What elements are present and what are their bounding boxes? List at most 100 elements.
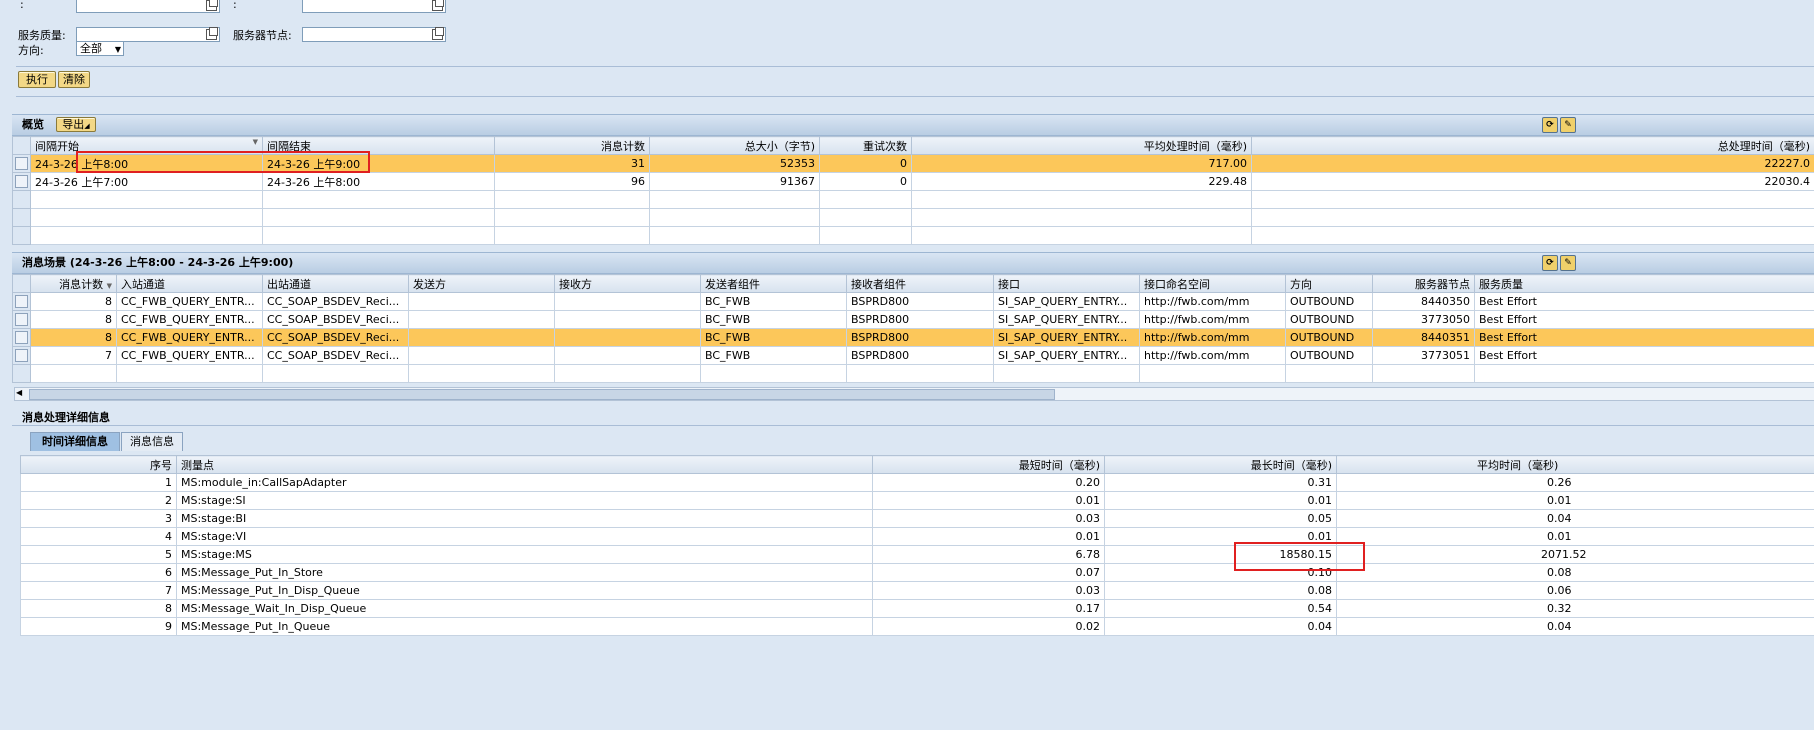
cell: OUTBOUND — [1285, 292, 1373, 311]
direction-label: 方向: — [18, 44, 44, 57]
direction-select[interactable]: 全部 ▼ — [76, 41, 124, 56]
table-row[interactable]: 1 MS:module_in:CallSapAdapter 0.20 0.31 0.26 — [20, 473, 1814, 492]
value-help-icon[interactable] — [432, 0, 444, 11]
row-selector[interactable] — [12, 328, 31, 347]
col-sender-component[interactable]: 发送者组件 — [700, 274, 847, 293]
settings-icon[interactable]: ✎ — [1560, 117, 1576, 133]
cell: CC_FWB_QUERY_ENTR... — [116, 328, 263, 347]
row-selector[interactable] — [12, 292, 31, 311]
table-row[interactable]: 2 MS:stage:SI 0.01 0.01 0.01 — [20, 491, 1814, 510]
scroll-left-icon[interactable]: ◀ — [16, 388, 22, 397]
row-selector[interactable] — [12, 346, 31, 365]
cell — [408, 292, 555, 311]
cell: SI_SAP_QUERY_ENTRY... — [993, 346, 1140, 365]
cell: 6.78 — [872, 545, 1105, 564]
cell: CC_SOAP_BSDEV_Reci... — [262, 310, 409, 329]
cell: BC_FWB — [700, 310, 847, 329]
table-row[interactable]: 4 MS:stage:VI 0.01 0.01 0.01 — [20, 527, 1814, 546]
col-sender[interactable]: 发送方 — [408, 274, 555, 293]
row-selector[interactable] — [12, 310, 31, 329]
col-message-count[interactable]: 消息计数 — [494, 136, 650, 155]
cell: 8 — [30, 292, 117, 311]
table-row[interactable]: 8 CC_FWB_QUERY_ENTR... CC_SOAP_BSDEV_Rec… — [12, 328, 1814, 347]
col-min-time[interactable]: 最短时间（毫秒) — [872, 455, 1105, 474]
cell: 91367 — [649, 172, 820, 191]
cell: MS:stage:BI — [176, 509, 873, 528]
cell: 7 — [20, 581, 177, 600]
scrollbar-thumb[interactable] — [29, 389, 1055, 400]
sort-icon[interactable]: ▼ — [253, 138, 258, 146]
cell: http://fwb.com/mm — [1139, 328, 1286, 347]
cell: 2071.52 — [1336, 545, 1814, 564]
table-row[interactable]: 8 CC_FWB_QUERY_ENTR... CC_SOAP_BSDEV_Rec… — [12, 310, 1814, 329]
settings-icon[interactable]: ✎ — [1560, 255, 1576, 271]
cell — [554, 328, 701, 347]
refresh-icon[interactable]: ⟳ — [1542, 255, 1558, 271]
col-retry-count[interactable]: 重试次数 — [819, 136, 912, 155]
cell: MS:Message_Wait_In_Disp_Queue — [176, 599, 873, 618]
row-selector[interactable] — [12, 154, 31, 173]
cell: BSPRD800 — [846, 292, 994, 311]
col-total-size[interactable]: 总大小（字节) — [649, 136, 820, 155]
col-sequence[interactable]: 序号 — [20, 455, 177, 474]
col-message-count[interactable]: 消息计数 ▼ — [30, 274, 117, 293]
cell: 3773050 — [1372, 310, 1475, 329]
server-node-input[interactable] — [302, 27, 446, 42]
service-quality-label: 服务质量: — [18, 29, 66, 42]
cell: 0.08 — [1336, 563, 1814, 582]
execute-button[interactable]: 执行 — [18, 71, 56, 88]
cell: 0.04 — [1336, 617, 1814, 636]
overview-title: 概览 — [22, 118, 44, 131]
col-avg-time[interactable]: 平均时间（毫秒) — [1336, 455, 1814, 474]
col-measurement-point[interactable]: 测量点 — [176, 455, 873, 474]
table-row[interactable]: 7 CC_FWB_QUERY_ENTR... CC_SOAP_BSDEV_Rec… — [12, 346, 1814, 365]
col-interface-namespace[interactable]: 接口命名空间 — [1139, 274, 1286, 293]
table-row[interactable]: 3 MS:stage:BI 0.03 0.05 0.04 — [20, 509, 1814, 528]
col-interface[interactable]: 接口 — [993, 274, 1140, 293]
refresh-icon[interactable]: ⟳ — [1542, 117, 1558, 133]
cell: 0.54 — [1104, 599, 1337, 618]
col-inbound-channel[interactable]: 入站通道 — [116, 274, 263, 293]
scenario-table: 消息计数 ▼ 入站通道 出站通道 发送方 接收方 发送者组件 接收者组件 接口 … — [12, 274, 1814, 383]
table-row[interactable]: 24-3-26 上午7:00 24-3-26 上午8:00 96 91367 0… — [12, 172, 1814, 191]
horizontal-scrollbar[interactable]: ◀ — [14, 387, 1814, 401]
col-direction[interactable]: 方向 — [1285, 274, 1373, 293]
value-help-icon[interactable] — [206, 0, 218, 11]
cell: 8 — [20, 599, 177, 618]
col-receiver-component[interactable]: 接收者组件 — [846, 274, 994, 293]
col-outbound-channel[interactable]: 出站通道 — [262, 274, 409, 293]
table-row[interactable]: 7 MS:Message_Put_In_Disp_Queue 0.03 0.08 0.0… — [20, 581, 1814, 600]
value-help-icon[interactable] — [206, 27, 218, 40]
cell: 8440350 — [1372, 292, 1475, 311]
table-row[interactable]: 5 MS:stage:MS 6.78 18580.15 2071.52 — [20, 545, 1814, 564]
table-row[interactable]: 8 CC_FWB_QUERY_ENTR... CC_SOAP_BSDEV_Rec… — [12, 292, 1814, 311]
col-total-processing-time[interactable]: 总处理时间（毫秒) — [1251, 136, 1814, 155]
tab-message-info[interactable]: 消息信息 — [121, 432, 183, 451]
cell: 0.03 — [872, 509, 1105, 528]
details-title: 消息处理详细信息 — [22, 411, 110, 424]
cell: 0.26 — [1336, 473, 1814, 492]
export-button[interactable]: 导出◢ — [56, 117, 96, 132]
service-quality-input[interactable] — [76, 27, 220, 42]
col-avg-processing-time[interactable]: 平均处理时间（毫秒) — [911, 136, 1252, 155]
tab-time-details[interactable]: 时间详细信息 — [30, 432, 120, 451]
filter-input-b[interactable] — [302, 0, 446, 13]
select-all-cell[interactable] — [12, 274, 31, 293]
table-row[interactable]: 9 MS:Message_Put_In_Queue 0.02 0.04 0.04 — [20, 617, 1814, 636]
cell: CC_SOAP_BSDEV_Reci... — [262, 292, 409, 311]
value-help-icon[interactable] — [432, 27, 444, 40]
select-all-cell[interactable] — [12, 136, 31, 155]
clear-button[interactable]: 清除 — [58, 71, 90, 88]
row-selector[interactable] — [12, 172, 31, 191]
col-max-time[interactable]: 最长时间（毫秒) — [1104, 455, 1337, 474]
table-row[interactable]: 6 MS:Message_Put_In_Store 0.07 0.10 0.08 — [20, 563, 1814, 582]
cell: 24-3-26 上午8:00 — [262, 172, 495, 191]
table-row[interactable]: 8 MS:Message_Wait_In_Disp_Queue 0.17 0.54 0.… — [20, 599, 1814, 618]
col-receiver[interactable]: 接收方 — [554, 274, 701, 293]
filter-input-a[interactable] — [76, 0, 220, 13]
cell: MS:stage:MS — [176, 545, 873, 564]
col-service-quality[interactable]: 服务质量 — [1474, 274, 1814, 293]
details-header-row: 序号 测量点 最短时间（毫秒) 最长时间（毫秒) 平均时间（毫秒) — [20, 455, 1814, 474]
col-server-node[interactable]: 服务器节点 — [1372, 274, 1475, 293]
sort-icon[interactable]: ▼ — [107, 282, 112, 290]
